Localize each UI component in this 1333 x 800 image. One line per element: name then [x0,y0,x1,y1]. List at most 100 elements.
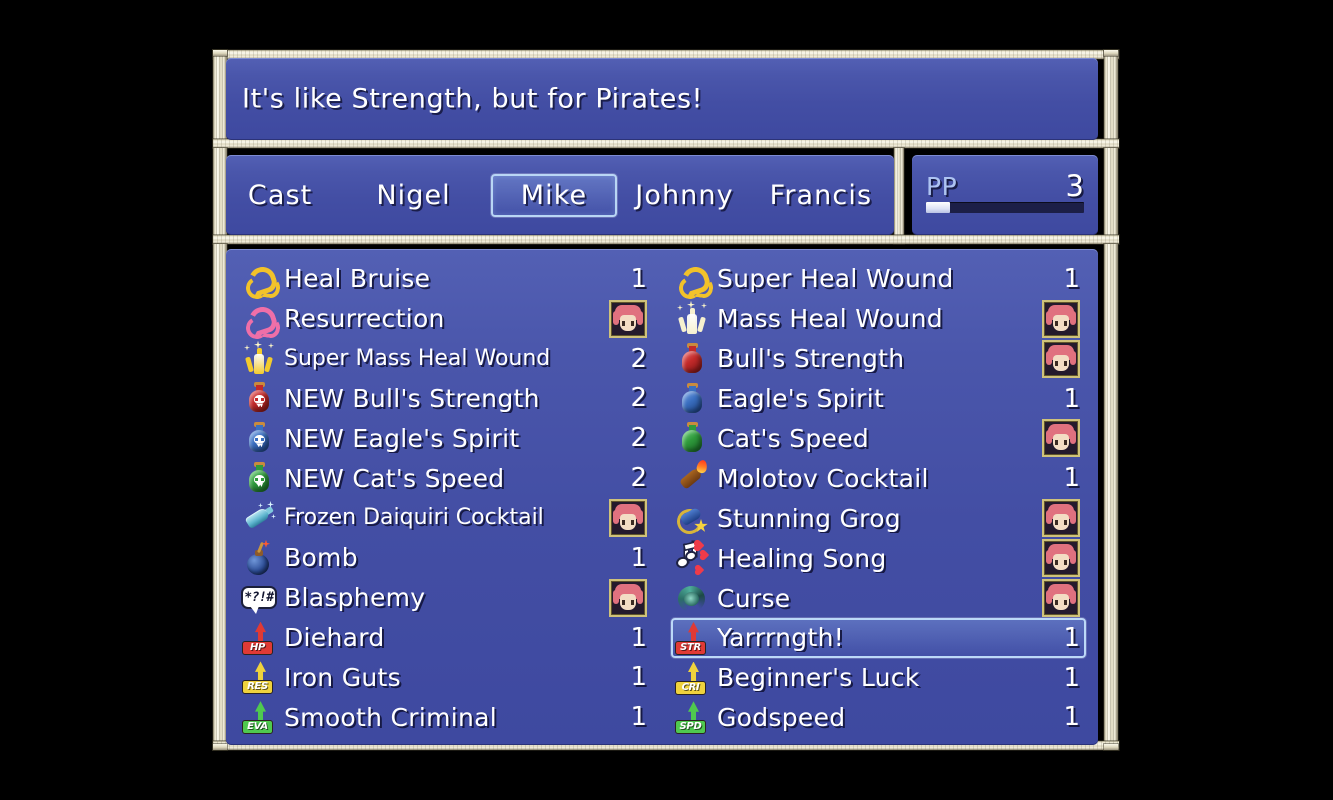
skill-list-right-column: Super Heal Wound 1 Mass Heal Wound Bull's S… [663,259,1086,737]
skill-name: NEW Cat's Speed [284,463,505,493]
stat-cri-up-icon: CRI [675,661,709,695]
equipped-character-portrait [609,578,647,617]
frozen-cocktail-icon [242,500,276,535]
skill-row[interactable]: Stunning Grog [671,498,1086,538]
potion-red-skull-icon [242,381,276,415]
frame-cap-tr [1104,50,1118,56]
skill-quantity: 1 [1063,662,1080,693]
skill-name: Curse [717,583,791,613]
tab-mike[interactable]: Mike [490,173,618,217]
tab-label: Mike [520,179,588,211]
skill-name: Godspeed [717,702,846,732]
skill-row[interactable]: Super Heal Wound 1 [671,259,1086,302]
potion-green-icon [675,421,709,455]
tab-label: Nigel [376,179,451,211]
mass-heal-burst-icon [242,340,276,376]
skill-name: NEW Bull's Strength [284,383,540,413]
frame-divider-post [894,148,904,244]
skill-name: Bomb [284,543,358,573]
skill-name: Smooth Criminal [284,702,497,732]
skill-row[interactable]: SPD Godspeed 1 [671,697,1086,737]
heal-rune-yellow-icon [675,262,715,302]
skill-row[interactable]: CRI Beginner's Luck 1 [671,658,1086,698]
pp-bar-track [926,202,1084,213]
skill-quantity: 1 [1063,702,1080,733]
character-tabs-panel: Cast Nigel Mike Johnny Francis [226,155,894,235]
character-tabs-row: Cast Nigel Mike Johnny Francis [226,155,894,235]
skill-row[interactable]: Eagle's Spirit 1 [671,379,1086,419]
skill-row[interactable]: Bull's Strength [671,339,1086,379]
stat-spd-up-icon: SPD [675,700,709,735]
skill-row[interactable]: NEW Eagle's Spirit 2 [238,418,653,458]
potion-red-icon [675,342,709,376]
heal-rune-yellow-icon [242,262,282,302]
potion-blue-icon [675,382,709,416]
skill-row[interactable]: Cat's Speed [671,418,1086,458]
skill-row[interactable]: Curse [671,578,1086,618]
skill-quantity: 1 [630,542,647,573]
skill-row[interactable]: *?!# Blasphemy [238,578,653,618]
molotov-cocktail-icon [675,459,709,495]
equipped-character-portrait [1042,339,1080,378]
potion-green-skull-icon [242,461,276,495]
skill-name: Molotov Cocktail [717,463,929,493]
equipped-character-portrait [609,299,647,338]
frame-right-post-desc [1104,50,1118,148]
skill-row[interactable]: Resurrection [238,299,653,342]
skill-row[interactable]: NEW Cat's Speed 2 [238,458,653,498]
tab-label: Cast [247,179,313,211]
tab-cast[interactable]: Cast [230,174,330,217]
frame-cap-tl [213,50,227,56]
equipped-character-portrait [1042,499,1080,538]
equipped-character-portrait [1042,299,1080,338]
skill-name: Cat's Speed [717,423,870,453]
skill-name: Bull's Strength [717,344,905,374]
tab-label: Johnny [635,179,734,211]
tab-francis[interactable]: Francis [752,174,890,217]
mass-heal-burst-white-icon [675,300,709,336]
skill-quantity: 2 [630,343,647,374]
curse-swirl-icon [675,581,709,615]
skill-row[interactable]: Mass Heal Wound [671,299,1086,339]
skill-name: Beginner's Luck [717,663,920,693]
skill-row[interactable]: Super Mass Heal Wound 2 [238,339,653,379]
skill-row[interactable]: HP Diehard 1 [238,618,653,658]
skill-quantity: 1 [1063,622,1080,653]
skill-name: NEW Eagle's Spirit [284,423,520,453]
frame-tabs-bottom-border [213,235,1119,244]
blasphemy-bubble-icon: *?!# [243,587,275,614]
skill-row[interactable]: NEW Bull's Strength 2 [238,379,653,419]
tab-nigel[interactable]: Nigel [358,174,468,217]
skill-list-columns: Heal Bruise 1 Resurrection Super Mass Heal … [226,249,1098,745]
skill-row[interactable]: Heal Bruise 1 [238,259,653,302]
skill-name: Super Mass Heal Wound [284,346,551,372]
skill-quantity: 1 [1063,463,1080,494]
tab-johnny[interactable]: Johnny [617,174,751,217]
frame-right-post-list [1104,244,1118,750]
equipped-character-portrait [609,498,647,537]
skill-list-left-column: Heal Bruise 1 Resurrection Super Mass Heal … [238,259,663,737]
skill-row[interactable]: RES Iron Guts 1 [238,657,653,697]
skill-name: Heal Bruise [284,264,431,294]
skill-quantity: 2 [630,423,647,454]
tab-label: Francis [769,179,873,211]
stat-str-up-icon: STR [675,621,709,655]
skill-row[interactable]: Molotov Cocktail 1 [671,458,1086,498]
skill-name: Yarrrngth! [717,623,845,653]
heal-rune-pink-icon [242,302,282,342]
skill-quantity: 1 [630,702,647,733]
skill-row-selected[interactable]: STR Yarrrngth! 1 [671,618,1086,658]
skill-row[interactable]: EVA Smooth Criminal 1 [238,697,653,737]
frame-left-post-list [213,244,227,750]
skill-row[interactable]: Frozen Daiquiri Cocktail [238,498,653,538]
skill-row[interactable]: Bomb 1 [238,538,653,578]
skill-row[interactable]: Healing Song [671,538,1086,578]
skill-quantity: 1 [1063,383,1080,414]
healing-song-icon [675,540,710,575]
description-text: It's like Strength, but for Pirates! [242,83,704,115]
frame-left-post-tabs [213,148,227,244]
skill-quantity: 2 [630,383,647,414]
skill-name: Super Heal Wound [717,264,954,294]
game-screen: It's like Strength, but for Pirates! Cas… [0,0,1333,800]
skill-quantity: 2 [630,463,647,494]
